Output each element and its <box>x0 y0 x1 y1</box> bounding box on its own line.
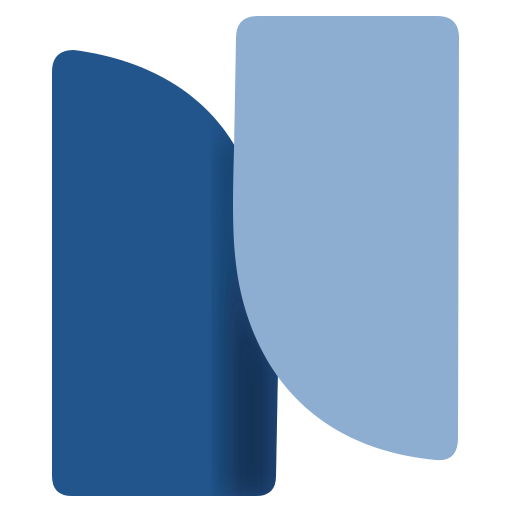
logo-graphic <box>0 0 512 512</box>
app-logo-icon <box>0 0 512 512</box>
